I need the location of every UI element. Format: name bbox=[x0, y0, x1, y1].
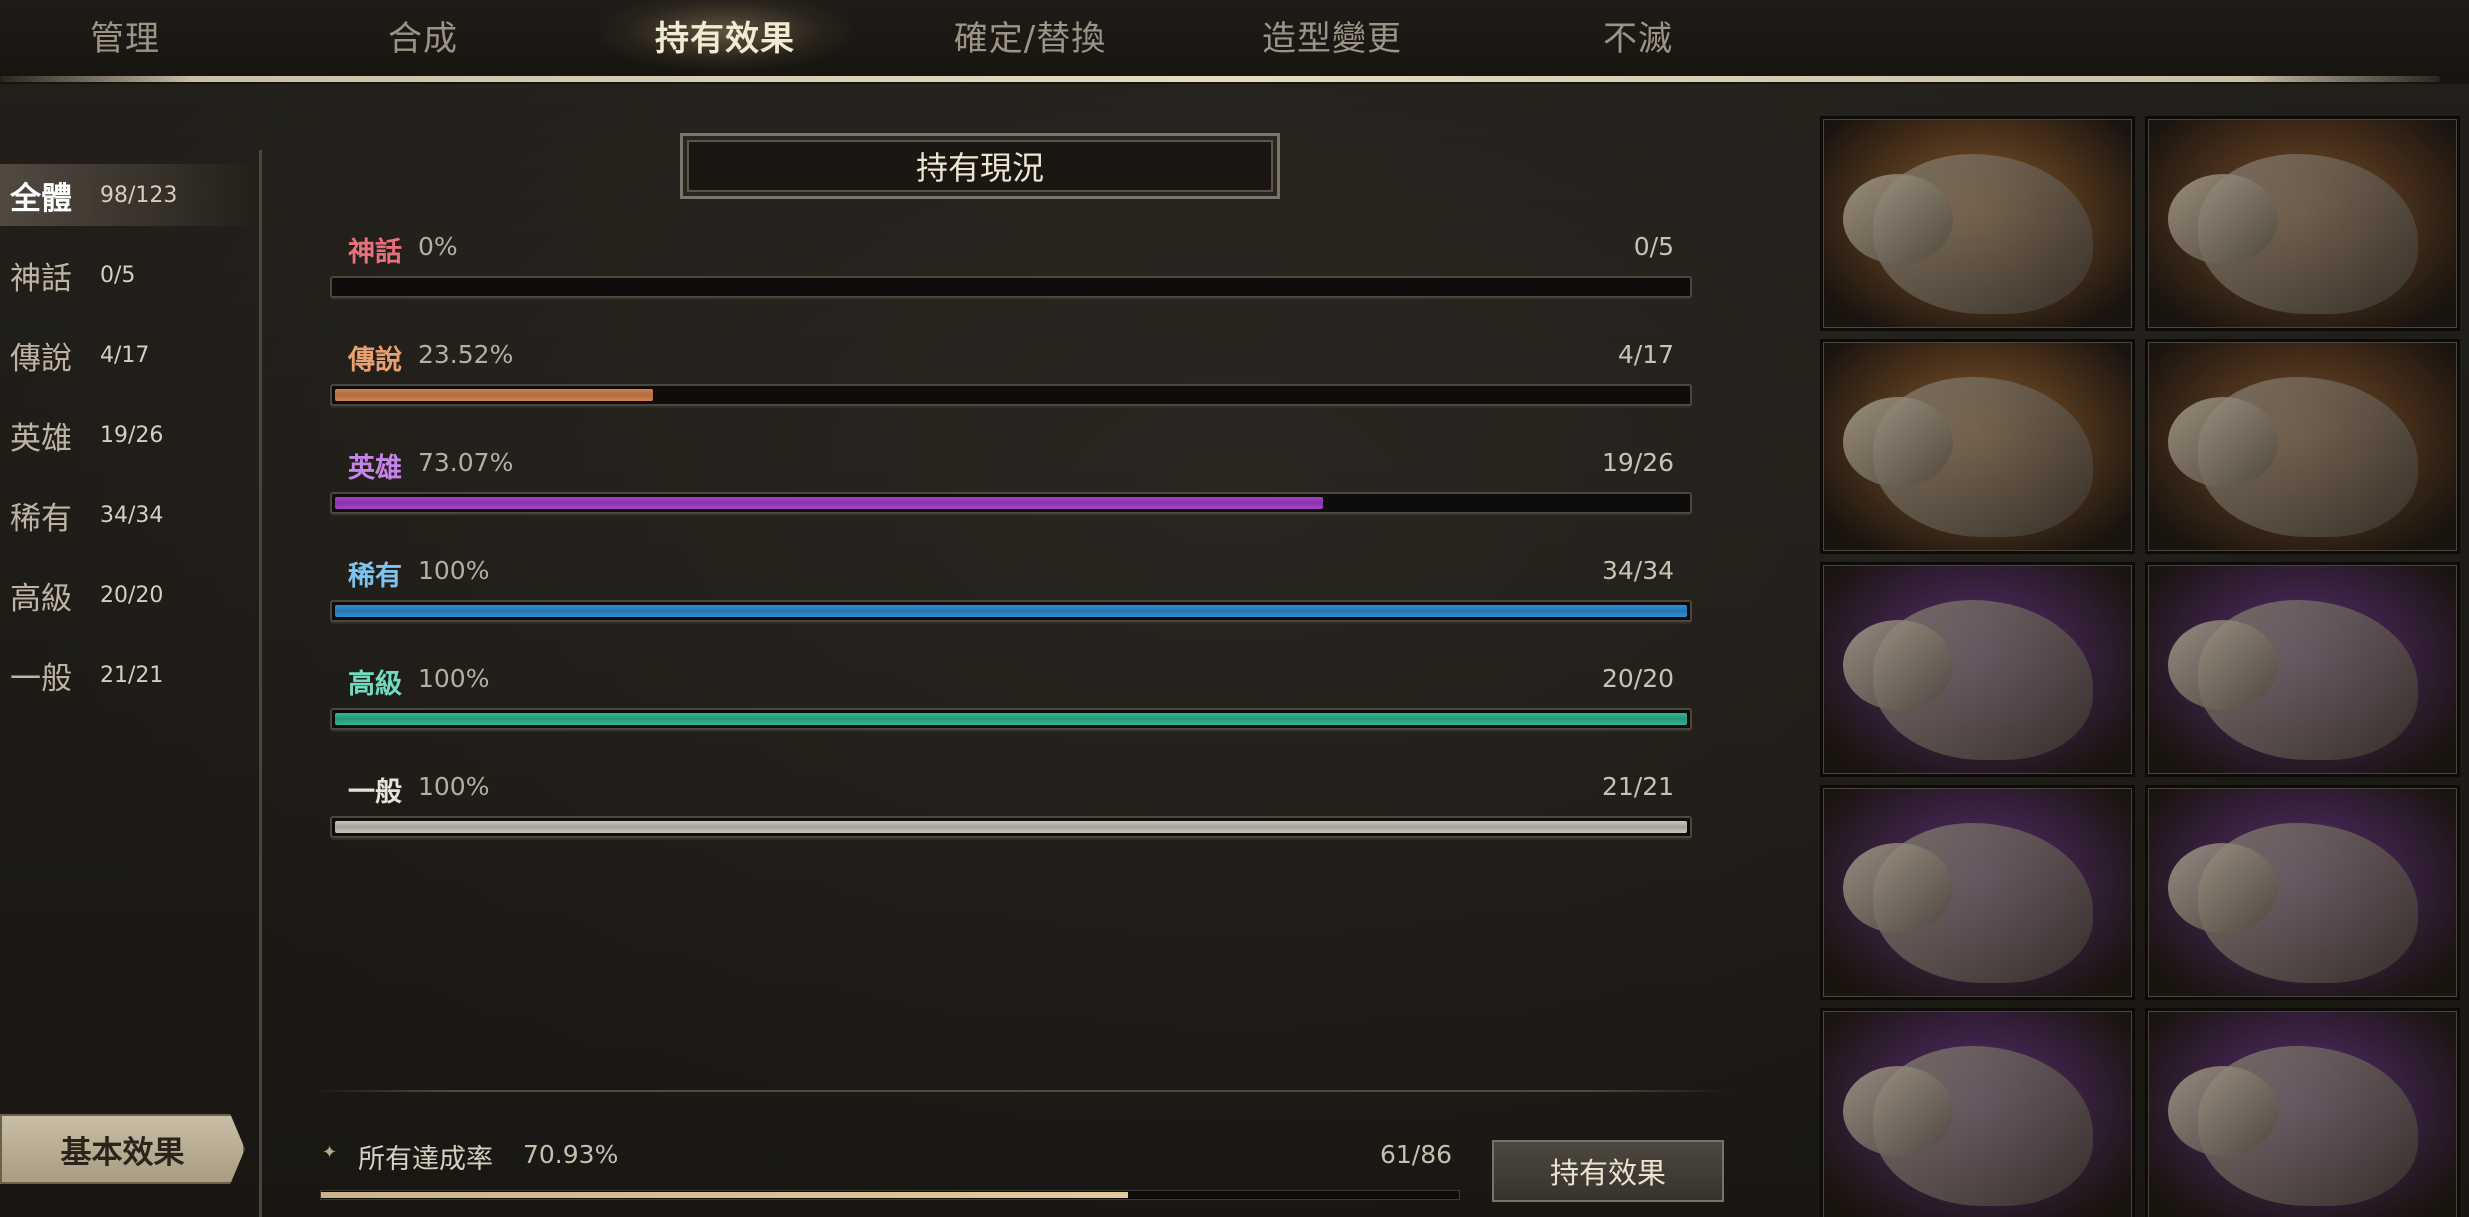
sidebar-item-advanced[interactable]: 高級 20/20 bbox=[0, 564, 255, 626]
mount-grid bbox=[1820, 116, 2469, 1217]
mount-head-shape bbox=[1843, 1066, 1953, 1156]
app-root: 管理 合成 持有效果 確定/替換 造型變更 不滅 全體 98/123 神話 0/… bbox=[0, 0, 2469, 1217]
grade-progress-bar bbox=[330, 816, 1692, 838]
mount-head-shape bbox=[2168, 1066, 2278, 1156]
grade-progress-bar bbox=[330, 600, 1692, 622]
mount-head-shape bbox=[2168, 397, 2278, 487]
sidebar-item-label: 英雄 bbox=[10, 420, 72, 457]
sidebar-item-label: 全體 bbox=[10, 180, 72, 217]
grade-count: 4/17 bbox=[1617, 340, 1674, 369]
sidebar-item-common[interactable]: 一般 21/21 bbox=[0, 644, 255, 706]
grade-progress-fill bbox=[335, 605, 1687, 617]
grade-percent: 23.52% bbox=[418, 340, 514, 369]
grade-percent: 73.07% bbox=[418, 448, 514, 477]
grade-row-common: 一般 100% 21/21 bbox=[330, 770, 1692, 850]
tab-holding-effect[interactable]: 持有效果 bbox=[600, 0, 850, 70]
grade-count: 20/20 bbox=[1601, 664, 1674, 693]
grade-row-heroic: 英雄 73.07% 19/26 bbox=[330, 446, 1692, 526]
dark-armored-horse-icon[interactable] bbox=[1820, 116, 2135, 331]
grade-percent: 100% bbox=[418, 664, 490, 693]
grade-count: 0/5 bbox=[1633, 232, 1674, 261]
pinto-horse-icon[interactable] bbox=[1820, 1008, 2135, 1217]
sidebar-item-count: 21/21 bbox=[100, 662, 164, 688]
armored-boar-icon[interactable] bbox=[2145, 562, 2460, 777]
tab-manage[interactable]: 管理 bbox=[0, 0, 250, 70]
panel-divider bbox=[310, 1090, 1730, 1092]
tab-confirm-replace[interactable]: 確定/替換 bbox=[905, 0, 1155, 70]
sidebar-item-all[interactable]: 全體 98/123 bbox=[0, 164, 255, 226]
armored-bear-icon[interactable] bbox=[2145, 339, 2460, 554]
grade-count: 34/34 bbox=[1601, 556, 1674, 585]
tab-immortal[interactable]: 不滅 bbox=[1513, 0, 1763, 70]
panel-title: 持有現況 bbox=[680, 133, 1280, 199]
grade-count: 19/26 bbox=[1601, 448, 1674, 477]
white-elk-icon[interactable] bbox=[2145, 1008, 2460, 1217]
sidebar-item-count: 4/17 bbox=[100, 342, 150, 368]
sidebar-item-label: 一般 bbox=[10, 660, 72, 697]
mount-head-shape bbox=[1843, 620, 1953, 710]
grade-progress-bar bbox=[330, 276, 1692, 298]
sidebar-item-label: 稀有 bbox=[10, 500, 72, 537]
grade-percent: 0% bbox=[418, 232, 458, 261]
mount-head-shape bbox=[1843, 397, 1953, 487]
total-count: 61/86 bbox=[1380, 1140, 1453, 1169]
basic-effect-button[interactable]: 基本效果 bbox=[0, 1114, 245, 1184]
mount-head-shape bbox=[1843, 843, 1953, 933]
tab-divider bbox=[0, 76, 2440, 82]
grade-label: 神話 bbox=[348, 237, 402, 268]
grade-progress-bar bbox=[330, 492, 1692, 514]
sidebar-item-count: 20/20 bbox=[100, 582, 164, 608]
star-icon: ✦ bbox=[322, 1142, 338, 1163]
grade-label: 傳說 bbox=[348, 345, 402, 376]
mount-head-shape bbox=[2168, 174, 2278, 264]
grade-progress-fill bbox=[335, 821, 1687, 833]
total-progress-fill bbox=[321, 1192, 1128, 1198]
grade-row-mythic: 神話 0% 0/5 bbox=[330, 230, 1692, 310]
sidebar-item-label: 神話 bbox=[10, 260, 72, 297]
grade-percent: 100% bbox=[418, 556, 490, 585]
sidebar-item-heroic[interactable]: 英雄 19/26 bbox=[0, 404, 255, 466]
total-progress-bar bbox=[320, 1190, 1460, 1200]
sidebar-item-count: 98/123 bbox=[100, 182, 178, 208]
grade-label: 一般 bbox=[348, 777, 402, 808]
grade-progress-fill bbox=[335, 389, 653, 401]
grade-row-legendary: 傳說 23.52% 4/17 bbox=[330, 338, 1692, 418]
sidebar-item-rare[interactable]: 稀有 34/34 bbox=[0, 484, 255, 546]
tab-appearance-change[interactable]: 造型變更 bbox=[1207, 0, 1457, 70]
grade-progress-bar bbox=[330, 384, 1692, 406]
holding-effect-button[interactable]: 持有效果 bbox=[1492, 1140, 1724, 1202]
grade-percent: 100% bbox=[418, 772, 490, 801]
grade-label: 高級 bbox=[348, 669, 402, 700]
sidebar-item-count: 19/26 bbox=[100, 422, 164, 448]
tab-synthesis[interactable]: 合成 bbox=[298, 0, 548, 70]
sidebar-item-label: 高級 bbox=[10, 580, 72, 617]
white-owl-mount-icon[interactable] bbox=[1820, 339, 2135, 554]
grade-count: 21/21 bbox=[1601, 772, 1674, 801]
sidebar-item-count: 34/34 bbox=[100, 502, 164, 528]
mount-head-shape bbox=[1843, 174, 1953, 264]
grade-sidebar: 全體 98/123 神話 0/5 傳說 4/17 英雄 19/26 稀有 34/… bbox=[0, 150, 262, 1217]
top-tab-bar: 管理 合成 持有效果 確定/替換 造型變更 不滅 bbox=[0, 0, 2469, 84]
sidebar-item-label: 傳說 bbox=[10, 340, 72, 377]
armored-turtle-icon[interactable] bbox=[1820, 785, 2135, 1000]
grade-row-rare: 稀有 100% 34/34 bbox=[330, 554, 1692, 634]
sidebar-item-mythic[interactable]: 神話 0/5 bbox=[0, 244, 255, 306]
sidebar-item-legendary[interactable]: 傳說 4/17 bbox=[0, 324, 255, 386]
grade-label: 英雄 bbox=[348, 453, 402, 484]
grade-progress-fill bbox=[335, 497, 1323, 509]
sidebar-item-count: 0/5 bbox=[100, 262, 136, 288]
mount-head-shape bbox=[2168, 843, 2278, 933]
total-label: 所有達成率 bbox=[358, 1144, 493, 1175]
grade-label: 稀有 bbox=[348, 561, 402, 592]
grade-row-advanced: 高級 100% 20/20 bbox=[330, 662, 1692, 742]
total-percent: 70.93% bbox=[523, 1140, 619, 1169]
antlered-elk-icon[interactable] bbox=[1820, 562, 2135, 777]
white-armored-dragon-icon[interactable] bbox=[2145, 116, 2460, 331]
grade-progress-fill bbox=[335, 713, 1687, 725]
mount-head-shape bbox=[2168, 620, 2278, 710]
grade-progress-bar bbox=[330, 708, 1692, 730]
zebra-mount-icon[interactable] bbox=[2145, 785, 2460, 1000]
